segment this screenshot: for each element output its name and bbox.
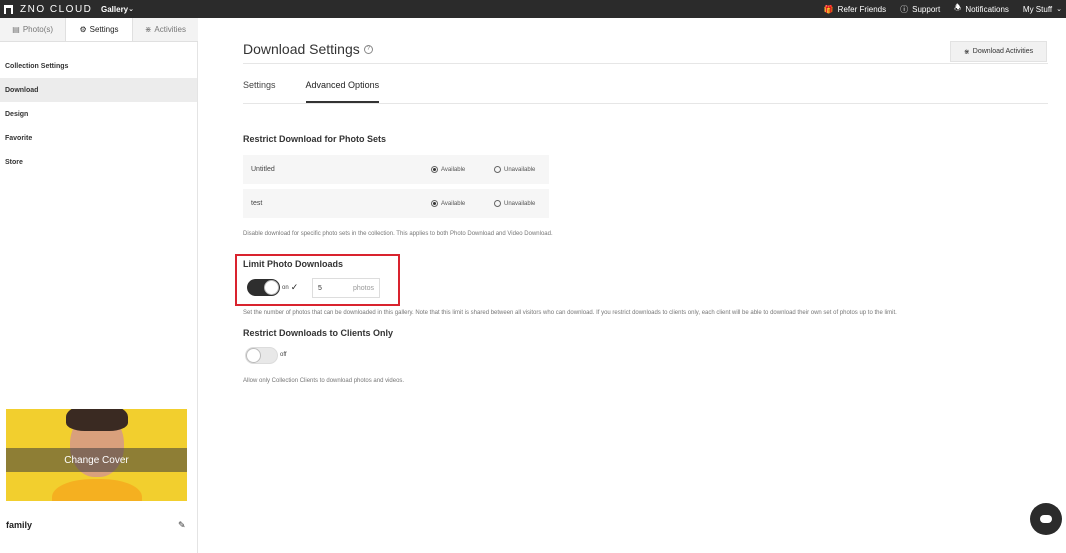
cover-photo-hair (66, 409, 128, 431)
limit-downloads-toggle[interactable] (247, 279, 280, 296)
refer-friends-link[interactable]: 🎁 Refer Friends (824, 5, 886, 14)
chevron-down-icon: ⌄ (128, 6, 135, 13)
cover-image[interactable]: Change Cover (6, 409, 187, 501)
download-activities-label: Download Activities (972, 48, 1034, 55)
available-label: Available (441, 166, 466, 173)
photo-set-name: Untitled (251, 166, 275, 173)
sidebar-tabs: ▤ Photo(s) ⚙ Settings ⋇ Activities (0, 18, 198, 42)
toggle-knob (246, 348, 261, 363)
toggle-knob (264, 280, 279, 295)
chat-button[interactable] (1030, 503, 1062, 535)
tab-activities-label: Activities (154, 25, 186, 34)
restrict-sets-note: Disable download for specific photo sets… (243, 231, 553, 237)
photo-set-row: Untitled Available Unavailable (243, 155, 549, 184)
help-icon[interactable]: ? (363, 44, 373, 54)
sidebar-item-store[interactable]: Store (0, 150, 197, 174)
restrict-sets-title: Restrict Download for Photo Sets (243, 134, 387, 144)
tab-settings-label: Settings (89, 25, 119, 34)
title-divider (243, 63, 1048, 64)
sidebar-item-favorite[interactable]: Favorite (0, 126, 197, 150)
clients-only-state: off (280, 352, 287, 358)
limit-downloads-state: on ✓ (282, 282, 298, 293)
available-label: Available (441, 200, 466, 207)
my-stuff-label: My Stuff (1022, 4, 1053, 14)
photo-set-name: test (251, 200, 263, 207)
refer-friends-label: Refer Friends (837, 4, 887, 14)
image-icon: ▤ (12, 25, 20, 34)
chat-icon (1040, 515, 1052, 523)
available-radio[interactable]: Available (431, 166, 465, 173)
logo-icon (4, 4, 13, 14)
rss-icon: ⋇ (963, 48, 970, 56)
photo-limit-value: 5 (318, 284, 322, 292)
bell-icon: 🕭 (954, 3, 962, 12)
cover-photo-shirt (52, 479, 142, 501)
change-cover-button[interactable]: Change Cover (6, 448, 187, 472)
tab-activities[interactable]: ⋇ Activities (133, 18, 198, 41)
pencil-icon[interactable]: ✎ (178, 520, 186, 531)
clients-only-title: Restrict Downloads to Clients Only (243, 328, 394, 338)
top-nav: 🎁 Refer Friends ⓘ Support 🕭 Notification… (824, 1, 1062, 17)
photo-set-row: test Available Unavailable (243, 189, 549, 218)
radio-unselected-icon (494, 166, 501, 173)
tab-advanced-options[interactable]: Advanced Options (305, 80, 380, 103)
tab-photos-label: Photo(s) (22, 25, 54, 34)
unavailable-label: Unavailable (504, 166, 536, 173)
main-content: Download Settings ? ⋇ Download Activitie… (198, 18, 1066, 553)
radio-selected-icon (431, 200, 438, 207)
info-icon: ⓘ (900, 4, 909, 14)
rss-icon: ⋇ (144, 25, 152, 34)
gallery-menu-label: Gallery (101, 4, 129, 14)
gallery-menu[interactable]: Gallery ⌄ (101, 1, 134, 17)
settings-menu: Collection Settings Download Design Favo… (0, 54, 197, 174)
sidebar-item-design[interactable]: Design (0, 102, 197, 126)
sidebar-item-download[interactable]: Download (0, 78, 197, 102)
tab-settings-basic[interactable]: Settings (243, 80, 276, 103)
chevron-down-icon: ⌄ (1056, 6, 1062, 13)
clients-only-toggle[interactable] (245, 347, 278, 364)
gear-icon: ⚙ (79, 25, 87, 34)
settings-subtabs: Settings Advanced Options (243, 80, 1048, 104)
toggle-state-label: on (282, 284, 289, 291)
sidebar-item-collection-settings[interactable]: Collection Settings (0, 54, 197, 78)
tab-settings[interactable]: ⚙ Settings (65, 18, 133, 41)
my-stuff-menu[interactable]: My Stuff ⌄ (1023, 5, 1062, 14)
notifications-link[interactable]: 🕭 Notifications (954, 2, 1009, 16)
available-radio[interactable]: Available (431, 200, 465, 207)
photo-limit-input[interactable]: 5 photos (312, 278, 380, 298)
sidebar: ▤ Photo(s) ⚙ Settings ⋇ Activities Colle… (0, 18, 198, 553)
radio-unselected-icon (494, 200, 501, 207)
support-label: Support (912, 4, 941, 14)
radio-selected-icon (431, 166, 438, 173)
brand-logo[interactable]: ZNO CLOUD (4, 1, 92, 17)
limit-downloads-title: Limit Photo Downloads (243, 259, 343, 269)
photo-limit-unit: photos (352, 284, 374, 292)
unavailable-label: Unavailable (504, 200, 536, 207)
page-title-text: Download Settings (243, 41, 360, 57)
limit-downloads-note: Set the number of photos that can be dow… (243, 310, 897, 316)
notifications-label: Notifications (965, 4, 1009, 14)
download-activities-button[interactable]: ⋇ Download Activities (950, 41, 1047, 62)
support-link[interactable]: ⓘ Support (900, 4, 940, 15)
tab-photos[interactable]: ▤ Photo(s) (0, 18, 65, 41)
brand-name: ZNO CLOUD (20, 3, 93, 15)
clients-only-note: Allow only Collection Clients to downloa… (243, 378, 405, 384)
check-icon[interactable]: ✓ (291, 282, 299, 293)
unavailable-radio[interactable]: Unavailable (494, 200, 535, 207)
page-title: Download Settings ? (243, 41, 373, 57)
top-bar: ZNO CLOUD Gallery ⌄ 🎁 Refer Friends ⓘ Su… (0, 0, 1066, 18)
album-name: family (6, 520, 33, 530)
gift-icon: 🎁 (823, 4, 834, 14)
unavailable-radio[interactable]: Unavailable (494, 166, 535, 173)
